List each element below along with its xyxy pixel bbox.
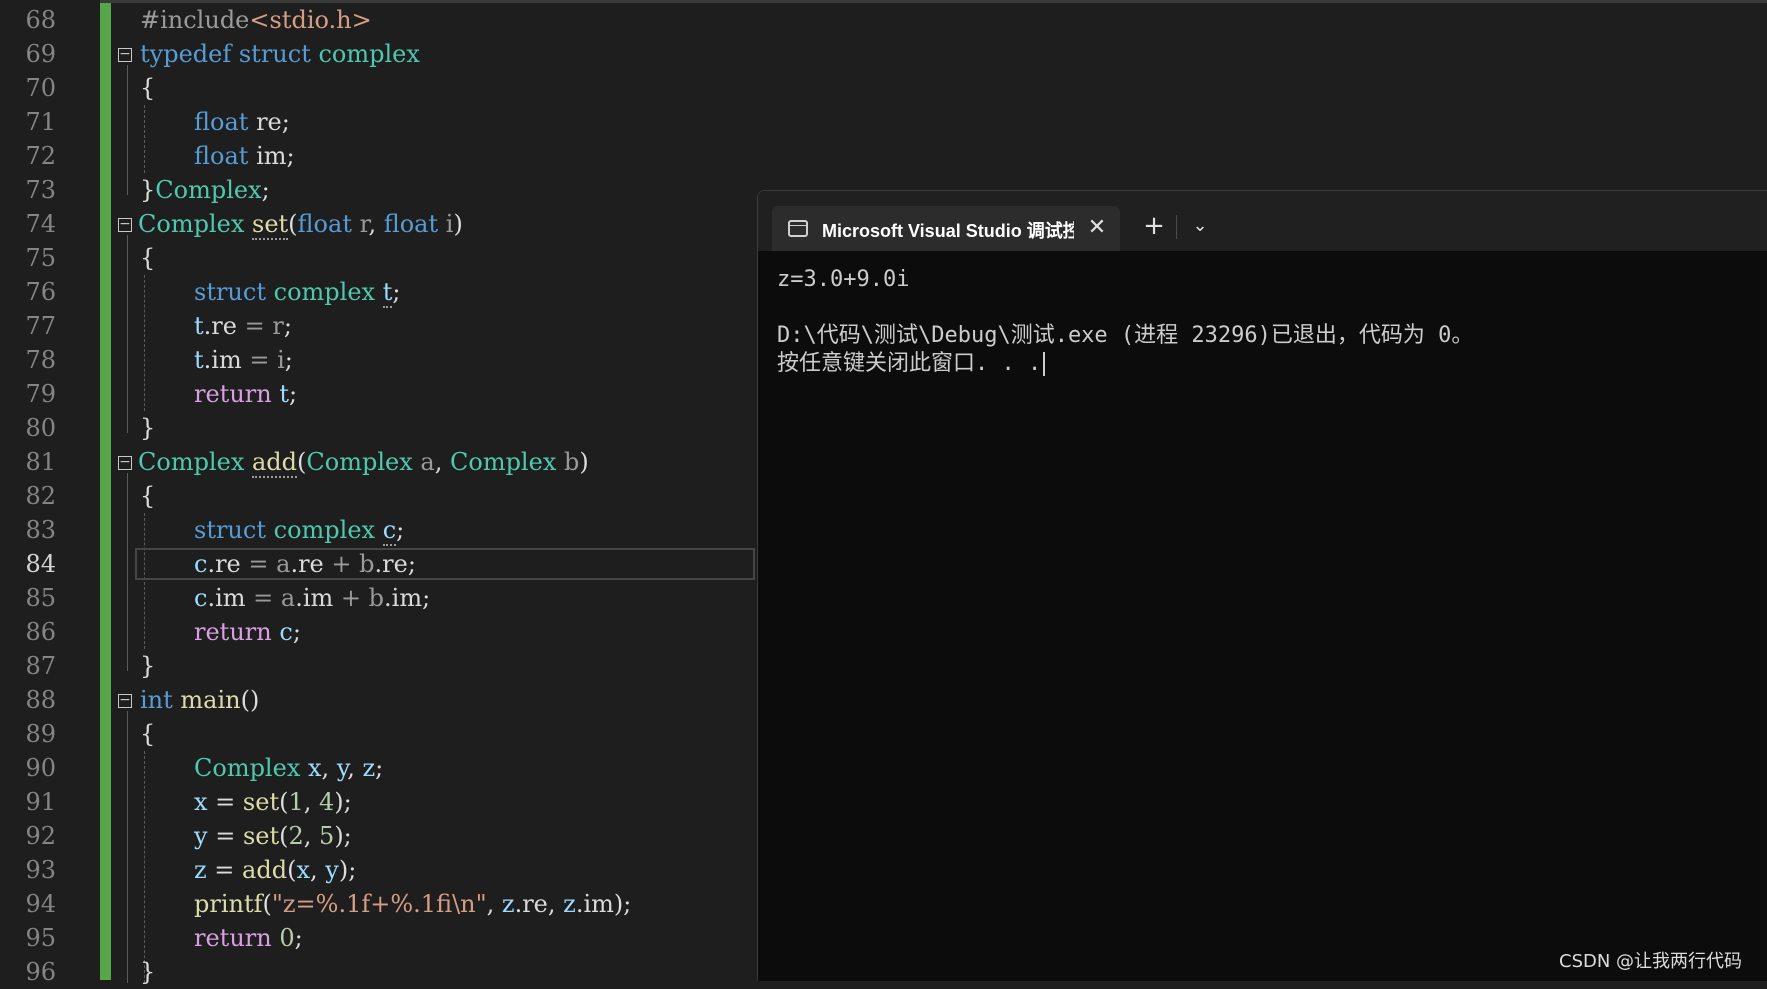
code-line-89: { — [140, 720, 156, 748]
line-number: 72 — [25, 142, 56, 170]
line-number: 89 — [25, 720, 56, 748]
line-number: 92 — [25, 822, 56, 850]
line-number: 88 — [25, 686, 56, 714]
indent-guide — [144, 513, 145, 649]
line-number: 90 — [25, 754, 56, 782]
code-line-78: t.im = i; — [194, 346, 293, 374]
code-line-96: } — [140, 958, 156, 986]
indent-guide — [144, 105, 145, 173]
line-number: 94 — [25, 890, 56, 918]
fold-region-line — [127, 235, 134, 433]
code-line-74: Complex set(float r, float i) — [138, 210, 463, 240]
code-line-71: float re; — [194, 108, 290, 136]
code-line-88: int main() — [140, 686, 260, 714]
fold-toggle[interactable]: − — [118, 455, 132, 470]
line-number: 87 — [25, 652, 56, 680]
line-number: 91 — [25, 788, 56, 816]
code-line-75: { — [140, 244, 156, 272]
line-number: 82 — [25, 482, 56, 510]
fold-toggle[interactable]: − — [118, 217, 132, 232]
code-line-81: Complex add(Complex a, Complex b) — [138, 448, 589, 478]
line-number: 93 — [25, 856, 56, 884]
tab-bar-divider — [1176, 215, 1177, 239]
line-number: 78 — [25, 346, 56, 374]
console-prompt-text: 按任意键关闭此窗口. . . — [777, 351, 1042, 376]
code-line-72: float im; — [194, 142, 295, 170]
code-line-91: x = set(1, 4); — [194, 788, 352, 816]
console-icon — [788, 220, 808, 237]
line-number: 83 — [25, 516, 56, 544]
code-line-69: typedef struct complex — [140, 40, 420, 68]
line-number: 80 — [25, 414, 56, 442]
code-line-77: t.re = r; — [194, 312, 292, 340]
debug-console-window[interactable]: Microsoft Visual Studio 调试控制台 ✕ + ⌄ z=3.… — [757, 190, 1767, 981]
code-line-76: struct complex t; — [194, 278, 401, 308]
line-number: 69 — [25, 40, 56, 68]
line-number: 86 — [25, 618, 56, 646]
line-number: 70 — [25, 74, 56, 102]
watermark: CSDN @让我两行代码 — [1559, 951, 1743, 972]
line-number: 76 — [25, 278, 56, 306]
code-line-79: return t; — [194, 380, 298, 408]
fold-region-line — [127, 711, 134, 983]
line-number: 75 — [25, 244, 56, 272]
line-number: 73 — [25, 176, 56, 204]
text-cursor — [1043, 352, 1046, 376]
fold-region-line — [127, 473, 134, 671]
line-number: 71 — [25, 108, 56, 136]
terminal-tab-bar: Microsoft Visual Studio 调试控制台 ✕ + ⌄ — [758, 191, 1767, 251]
fold-region-line — [127, 65, 134, 195]
fold-toggle[interactable]: − — [118, 693, 132, 708]
line-number: 81 — [25, 448, 56, 476]
line-number-current: 84 — [25, 550, 56, 578]
line-number: 96 — [25, 958, 56, 986]
code-line-90: Complex x, y, z; — [194, 754, 384, 782]
line-number: 95 — [25, 924, 56, 952]
line-number: 85 — [25, 584, 56, 612]
console-output-line: z=3.0+9.0i — [777, 267, 910, 292]
line-number: 77 — [25, 312, 56, 340]
code-line-68: #include<stdio.h> — [140, 6, 372, 34]
console-output-line: D:\代码\测试\Debug\测试.exe (进程 23296)已退出，代码为 … — [777, 323, 1474, 348]
code-line-80: } — [140, 414, 156, 442]
fold-toggle[interactable]: − — [118, 47, 132, 62]
chevron-down-icon[interactable]: ⌄ — [1182, 208, 1218, 244]
new-tab-button[interactable]: + — [1136, 208, 1172, 244]
console-output-line: 按任意键关闭此窗口. . . — [777, 350, 1046, 378]
code-line-73: }Complex; — [140, 176, 270, 204]
close-icon[interactable]: ✕ — [1084, 214, 1110, 242]
indent-guide — [144, 275, 145, 411]
code-line-95: return 0; — [194, 924, 303, 952]
line-number: 74 — [25, 210, 56, 238]
code-line-70: { — [140, 74, 156, 102]
code-line-94: printf("z=%.1f+%.1fi\n", z.re, z.im); — [194, 890, 632, 918]
indent-guide — [144, 751, 145, 983]
code-line-84[interactable]: c.re = a.re + b.re; — [194, 547, 416, 581]
line-number: 79 — [25, 380, 56, 408]
code-line-82: { — [140, 482, 156, 510]
code-line-87: } — [140, 652, 156, 680]
terminal-tab[interactable]: Microsoft Visual Studio 调试控制台 ✕ — [772, 206, 1120, 251]
code-line-93: z = add(x, y); — [194, 856, 357, 884]
code-line-86: return c; — [194, 618, 301, 646]
line-number: 68 — [25, 6, 56, 34]
code-line-83: struct complex c; — [194, 516, 405, 546]
code-line-92: y = set(2, 5); — [194, 822, 352, 850]
code-line-85: c.im = a.im + b.im; — [194, 584, 431, 612]
terminal-tab-title: Microsoft Visual Studio 调试控制台 — [822, 221, 1074, 241]
